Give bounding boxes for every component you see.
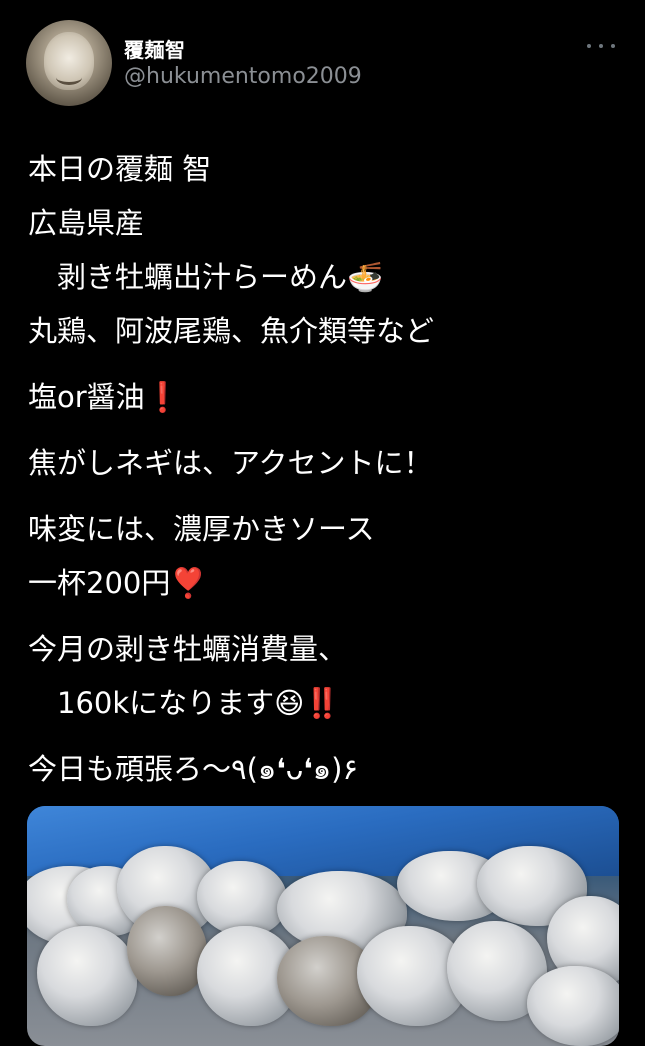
tweet-text: 本日の覆麺 智 広島県産 剥き牡蠣出汁らーめん🍜 丸鶏、阿波尾鶏、魚介類等など … (28, 142, 628, 796)
tweet-line: 160kになります😆‼️ (28, 686, 341, 720)
oyster-shape (197, 861, 287, 936)
oyster-shape (527, 966, 619, 1046)
avatar[interactable] (26, 20, 112, 106)
avatar-smile-icon (56, 70, 82, 85)
tweet-line: 広島県産 (28, 206, 145, 240)
oyster-shape (127, 906, 207, 996)
tweet-line: 今月の剥き牡蠣消費量、 (28, 632, 348, 666)
more-options-button[interactable] (587, 36, 615, 56)
tweet-line: 本日の覆麺 智 (28, 152, 212, 186)
user-handle[interactable]: @hukumentomo2009 (124, 64, 362, 89)
tweet-line: 塩or醤油❗️ (28, 380, 181, 414)
tweet-line: 丸鶏、阿波尾鶏、魚介類等など (28, 314, 435, 348)
more-dot-icon (587, 44, 591, 48)
display-name[interactable]: 覆麺智 (124, 34, 186, 63)
tweet-line: 今日も頑張ろ〜٩(๑❛ᴗ❛๑)۶ (28, 752, 359, 786)
tweet-line: 焦がしネギは、アクセントに！ (28, 446, 433, 480)
more-dot-icon (599, 44, 603, 48)
oyster-shape (37, 926, 137, 1026)
tweet-photo[interactable] (27, 806, 619, 1046)
more-dot-icon (611, 44, 615, 48)
tweet-line: 一杯200円❣️ (28, 566, 207, 600)
tweet-header: 覆麺智 @hukumentomo2009 (0, 0, 645, 120)
tweet-line: 味変には、濃厚かきソース (28, 512, 375, 546)
tweet-line: 剥き牡蠣出汁らーめん🍜 (28, 260, 384, 294)
